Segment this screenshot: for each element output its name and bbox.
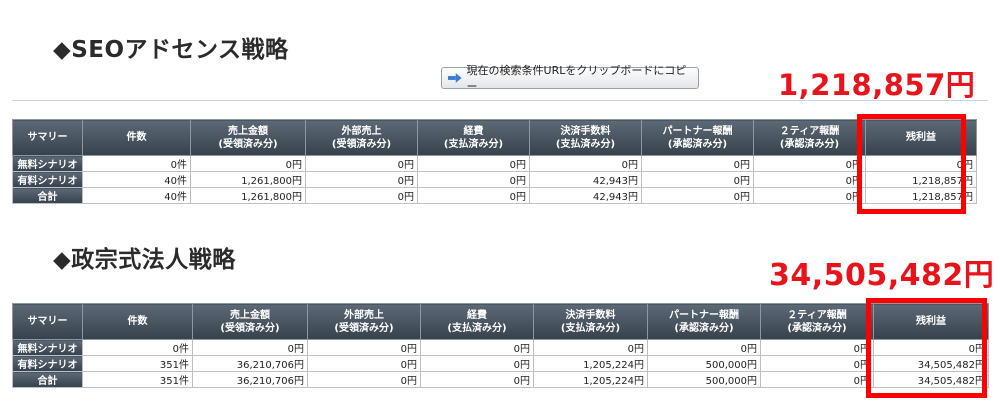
table-cell: 0円 bbox=[420, 339, 534, 356]
column-header: サマリー bbox=[12, 303, 83, 340]
table-row: 無料シナリオ 0件 0円 0円 0円 0円 0円 0円 0円 bbox=[12, 155, 977, 172]
row-label: 有料シナリオ bbox=[12, 171, 83, 188]
column-header: 外部売上 (受領済み分) bbox=[305, 119, 418, 156]
table-cell: 0円 bbox=[305, 171, 418, 188]
table-row: 合計 40件 1,261,800円 0円 0円 42,943円 0円 0円 1,218,857円 bbox=[12, 187, 977, 204]
column-header: 売上金額 (受領済み分) bbox=[190, 119, 306, 156]
table-cell: 0円 bbox=[641, 171, 754, 188]
table-row: 無料シナリオ 0件 0円 0円 0円 0円 0円 0円 0円 bbox=[12, 339, 989, 356]
column-header: パートナー報酬 (承認済み分) bbox=[647, 303, 761, 340]
column-header: 経費 (支払済み分) bbox=[417, 119, 530, 156]
row-label: 無料シナリオ bbox=[12, 339, 83, 356]
table-cell: 40件 bbox=[82, 171, 191, 188]
table-cell: 0円 bbox=[307, 355, 421, 372]
table-cell: 0円 bbox=[753, 155, 866, 172]
table-cell: 0円 bbox=[190, 155, 306, 172]
section2-total: 34,505,482円 bbox=[769, 258, 995, 293]
highlight-box bbox=[866, 298, 987, 398]
section1-title: ◆SEOアドセンス戦略 bbox=[53, 37, 289, 63]
table-cell: 36,210,706円 bbox=[192, 355, 308, 372]
row-label: 合計 bbox=[12, 187, 83, 204]
table-cell: 0円 bbox=[417, 155, 530, 172]
table-cell: 0円 bbox=[641, 155, 754, 172]
row-label: 無料シナリオ bbox=[12, 155, 83, 172]
table-cell: 0円 bbox=[307, 371, 421, 388]
table-cell: 0円 bbox=[753, 187, 866, 204]
table-cell: 0円 bbox=[420, 371, 534, 388]
table-cell: 0円 bbox=[305, 187, 418, 204]
table-cell: 0円 bbox=[529, 155, 642, 172]
column-header: パートナー報酬 (承認済み分) bbox=[641, 119, 754, 156]
table-cell: 1,205,224円 bbox=[533, 355, 648, 372]
column-header: 件数 bbox=[82, 119, 191, 156]
arrow-right-icon bbox=[448, 73, 462, 83]
table-cell: 0円 bbox=[753, 171, 866, 188]
table-cell: 0円 bbox=[760, 371, 874, 388]
section1-total: 1,218,857円 bbox=[778, 68, 976, 102]
table-row: 有料シナリオ 351件 36,210,706円 0円 0円 1,205,224円 500,0… bbox=[12, 355, 989, 372]
table-cell: 351件 bbox=[82, 355, 193, 372]
column-header: 経費 (支払済み分) bbox=[420, 303, 534, 340]
table-cell: 500,000円 bbox=[647, 355, 761, 372]
column-header: サマリー bbox=[12, 119, 83, 156]
table-cell: 0件 bbox=[82, 339, 193, 356]
divider bbox=[12, 100, 988, 101]
table-cell: 500,000円 bbox=[647, 371, 761, 388]
section2-title: ◆政宗式法人戦略 bbox=[53, 247, 236, 273]
row-label: 有料シナリオ bbox=[12, 355, 83, 372]
table-cell: 0円 bbox=[760, 339, 874, 356]
table-cell: 351件 bbox=[82, 371, 193, 388]
column-header: 外部売上 (受領済み分) bbox=[307, 303, 421, 340]
column-header: ２ティア報酬 (承認済み分) bbox=[753, 119, 866, 156]
row-label: 合計 bbox=[12, 371, 83, 388]
table-row: 合計 351件 36,210,706円 0円 0円 1,205,224円 500,000円 0… bbox=[12, 371, 989, 388]
copy-url-button-label: 現在の検索条件URLをクリップボードにコピー bbox=[466, 64, 687, 93]
table-cell: 0円 bbox=[760, 355, 874, 372]
column-header: 決済手数料 (支払済み分) bbox=[529, 119, 642, 156]
table-cell: 0円 bbox=[533, 339, 648, 356]
table-cell: 0円 bbox=[647, 339, 761, 356]
table-cell: 0円 bbox=[420, 355, 534, 372]
table-cell: 36,210,706円 bbox=[192, 371, 308, 388]
summary-table-masamune: サマリー 件数 売上金額 (受領済み分) 外部売上 (受領済み分) 経費 (支払済み分)… bbox=[12, 303, 989, 388]
column-header: 売上金額 (受領済み分) bbox=[192, 303, 308, 340]
summary-table-seo: サマリー 件数 売上金額 (受領済み分) 外部売上 (受領済み分) 経費 (支払済み分)… bbox=[12, 119, 977, 204]
table-row: 有料シナリオ 40件 1,261,800円 0円 0円 42,943円 0円 0円 1,218,… bbox=[12, 171, 977, 188]
column-header: 決済手数料 (支払済み分) bbox=[533, 303, 648, 340]
table-cell: 0円 bbox=[417, 187, 530, 204]
table-cell: 0円 bbox=[417, 171, 530, 188]
column-header: 件数 bbox=[82, 303, 193, 340]
table-cell: 1,261,800円 bbox=[190, 187, 306, 204]
copy-url-button[interactable]: 現在の検索条件URLをクリップボードにコピー bbox=[441, 64, 699, 93]
table-cell: 42,943円 bbox=[529, 187, 642, 204]
table-cell: 40件 bbox=[82, 187, 191, 204]
column-header: ２ティア報酬 (承認済み分) bbox=[760, 303, 874, 340]
table-header-row: サマリー 件数 売上金額 (受領済み分) 外部売上 (受領済み分) 経費 (支払済み分)… bbox=[12, 119, 977, 156]
table-cell: 0円 bbox=[192, 339, 308, 356]
table-cell: 42,943円 bbox=[529, 171, 642, 188]
table-cell: 1,261,800円 bbox=[190, 171, 306, 188]
table-cell: 1,205,224円 bbox=[533, 371, 648, 388]
table-header-row: サマリー 件数 売上金額 (受領済み分) 外部売上 (受領済み分) 経費 (支払済み分)… bbox=[12, 303, 989, 340]
table-cell: 0円 bbox=[307, 339, 421, 356]
highlight-box bbox=[857, 114, 966, 214]
table-cell: 0件 bbox=[82, 155, 191, 172]
table-cell: 0円 bbox=[305, 155, 418, 172]
table-cell: 0円 bbox=[641, 187, 754, 204]
